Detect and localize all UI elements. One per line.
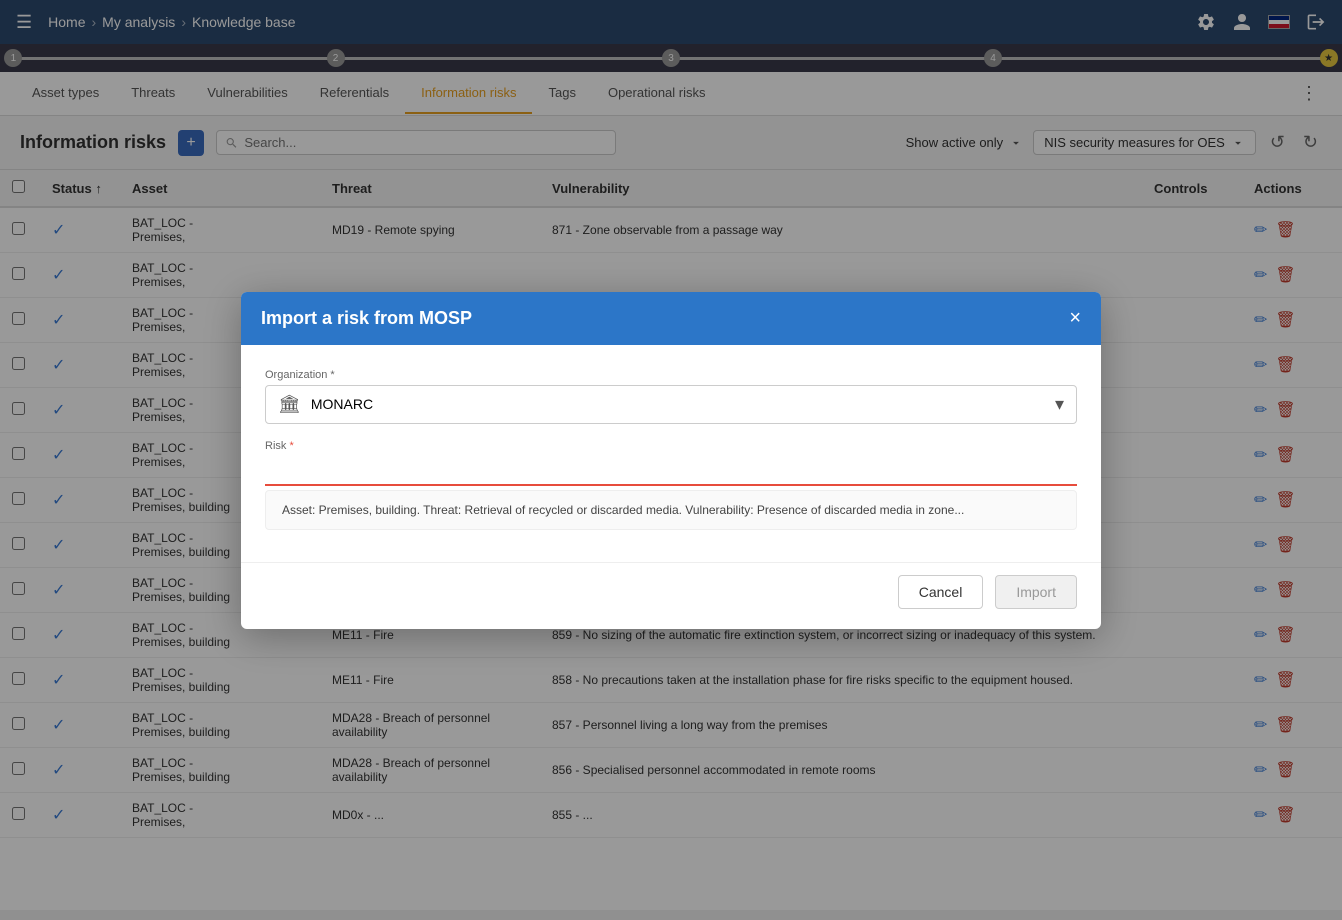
risk-form-group: Risk * Asset: Premises, building. Threat… xyxy=(265,440,1077,530)
bank-icon: 🏛 xyxy=(278,394,301,415)
risk-input[interactable] xyxy=(265,456,1077,486)
import-button[interactable]: Import xyxy=(995,575,1077,609)
org-input[interactable] xyxy=(311,396,1045,412)
modal-close-button[interactable]: × xyxy=(1069,308,1081,328)
risk-suggestion[interactable]: Asset: Premises, building. Threat: Retri… xyxy=(265,490,1077,530)
modal-body: Organization * 🏛 ▾ Risk * Asset: Premise… xyxy=(241,345,1101,562)
modal-title: Import a risk from MOSP xyxy=(261,308,472,329)
org-field: 🏛 ▾ xyxy=(265,385,1077,424)
modal-header: Import a risk from MOSP × xyxy=(241,292,1101,345)
org-label: Organization * xyxy=(265,369,1077,381)
org-chevron-icon[interactable]: ▾ xyxy=(1055,394,1064,415)
risk-label: Risk * xyxy=(265,440,1077,452)
modal-footer: Cancel Import xyxy=(241,562,1101,629)
cancel-button[interactable]: Cancel xyxy=(898,575,984,609)
import-modal: Import a risk from MOSP × Organization *… xyxy=(241,292,1101,629)
modal-overlay[interactable]: Import a risk from MOSP × Organization *… xyxy=(0,0,1342,920)
required-marker: * xyxy=(289,440,293,452)
org-form-group: Organization * 🏛 ▾ xyxy=(265,369,1077,424)
